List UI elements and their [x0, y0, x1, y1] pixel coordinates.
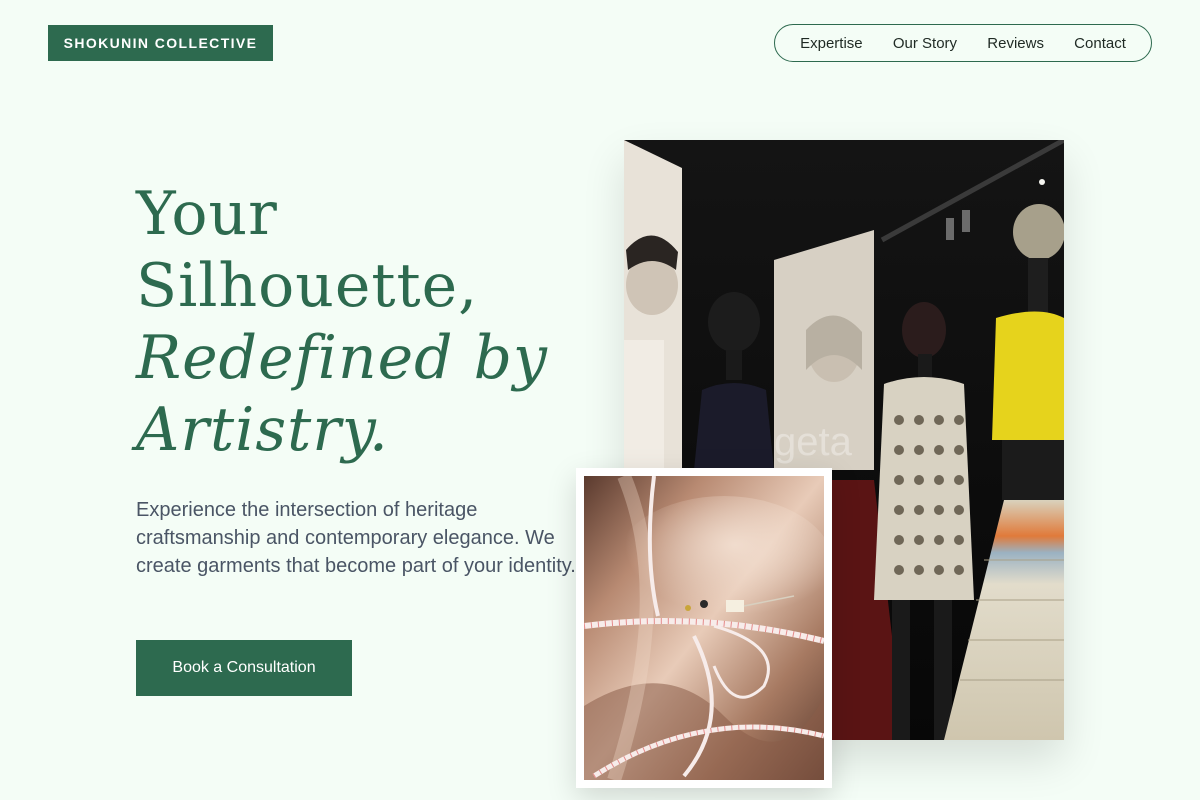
headline-line-2: Silhouette,	[136, 251, 479, 321]
nav-item-our-story[interactable]: Our Story	[887, 31, 963, 56]
image-watermark: geta	[774, 420, 852, 464]
hero-inset-image-frame	[576, 468, 832, 788]
nav-item-contact[interactable]: Contact	[1068, 31, 1132, 56]
hero-headline: Your Silhouette, Redefined by Artistry.	[136, 178, 606, 466]
headline-line-1: Your	[136, 179, 278, 249]
main-nav: Expertise Our Story Reviews Contact	[774, 24, 1152, 62]
hero-description: Experience the intersection of heritage …	[136, 499, 576, 577]
satin-fabric-illustration	[584, 476, 824, 780]
hero-inset-image	[584, 476, 824, 780]
headline-line-3: Redefined by	[136, 323, 548, 393]
headline-line-4: Artistry.	[136, 395, 389, 465]
book-consultation-button[interactable]: Book a Consultation	[136, 640, 352, 696]
nav-item-expertise[interactable]: Expertise	[794, 31, 869, 56]
nav-item-reviews[interactable]: Reviews	[981, 31, 1050, 56]
brand-logo[interactable]: SHOKUNIN COLLECTIVE	[48, 25, 273, 61]
